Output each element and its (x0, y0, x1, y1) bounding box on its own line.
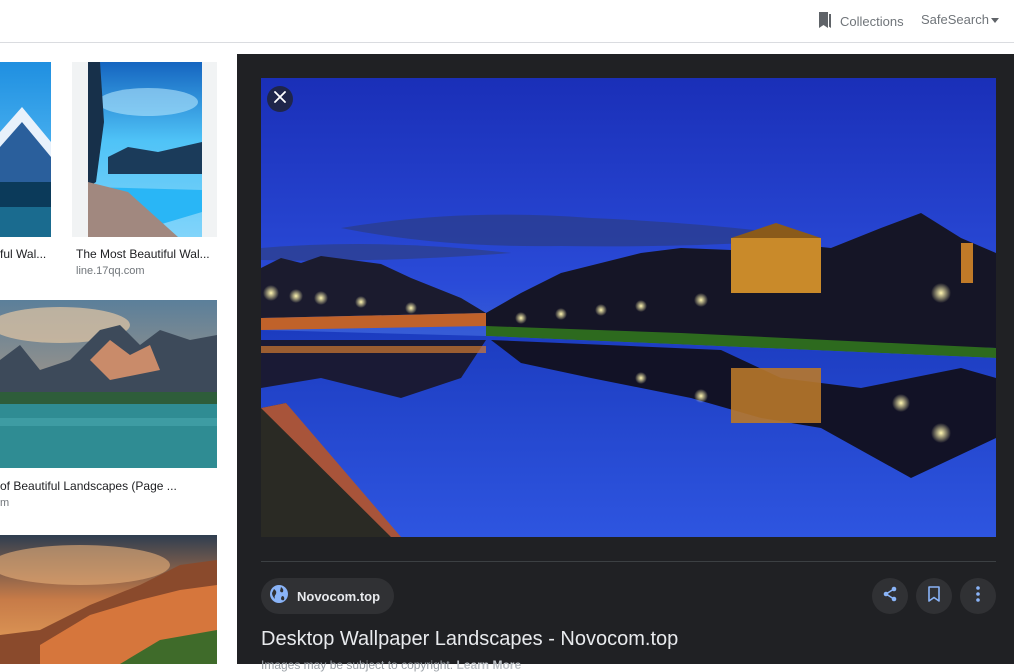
result-title[interactable]: ful Wal... (0, 247, 51, 261)
caret-down-icon (990, 17, 999, 23)
top-bar: Collections SafeSearch (0, 0, 1014, 43)
collections-label: Collections (840, 14, 904, 29)
save-button[interactable] (916, 578, 952, 614)
collections-button[interactable]: Collections (818, 12, 904, 31)
result-thumbnail[interactable] (0, 535, 217, 664)
preview-image[interactable] (261, 78, 996, 537)
result-thumbnail[interactable] (0, 62, 51, 237)
result-title[interactable]: The Most Beautiful Wal... (76, 247, 216, 261)
save-icon (927, 585, 941, 607)
safesearch-dropdown[interactable]: SafeSearch (921, 12, 999, 27)
copyright-notice: Images may be subject to copyright. Lear… (261, 658, 521, 672)
close-preview-button[interactable] (267, 86, 293, 112)
result-source: m (0, 497, 10, 509)
bookmark-icon (818, 12, 832, 31)
source-site-chip[interactable]: Novocom.top (261, 578, 395, 614)
safesearch-label: SafeSearch (921, 12, 989, 27)
result-thumbnail[interactable] (0, 300, 217, 468)
share-button[interactable] (872, 578, 908, 614)
result-thumbnail[interactable] (72, 62, 217, 237)
image-preview-panel: Novocom.top Desktop Wallpaper Landscapes… (237, 54, 1014, 672)
copyright-text: Images may be subject to copyright. (261, 658, 454, 672)
source-site-label: Novocom.top (297, 588, 381, 604)
result-title[interactable]: of Beautiful Landscapes (Page ... (0, 479, 217, 493)
globe-icon (269, 584, 289, 609)
result-source: line.17qq.com (76, 265, 145, 277)
close-icon (274, 90, 286, 108)
divider (261, 561, 996, 562)
more-options-button[interactable] (960, 578, 996, 614)
share-icon (882, 586, 898, 607)
more-vert-icon (976, 585, 980, 607)
image-results-grid: ful Wal... The Most Beautiful Wal... lin… (0, 43, 237, 664)
preview-title[interactable]: Desktop Wallpaper Landscapes - Novocom.t… (261, 628, 678, 651)
learn-more-link[interactable]: Learn More (456, 658, 521, 672)
